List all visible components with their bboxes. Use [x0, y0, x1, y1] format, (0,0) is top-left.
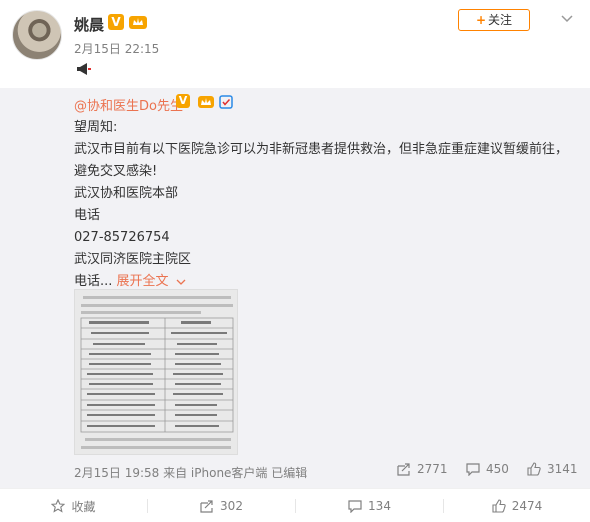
- attached-image-thumbnail[interactable]: [74, 289, 238, 455]
- collect-label: 收藏: [71, 499, 96, 514]
- text-line: 027-85726754: [74, 230, 170, 245]
- vip-crown-icon: [129, 16, 147, 29]
- like-count: 3141: [547, 462, 578, 476]
- author-badges: V: [176, 94, 233, 110]
- action-bar: 收藏 302 134 2474: [0, 488, 590, 522]
- comment-count: 450: [486, 462, 509, 476]
- comment-icon: [466, 462, 480, 476]
- repost-forward-count[interactable]: 2771: [397, 462, 448, 476]
- collect-button[interactable]: 收藏: [0, 489, 147, 522]
- repost-button[interactable]: 302: [148, 489, 295, 522]
- like-button[interactable]: 2474: [444, 489, 590, 522]
- chevron-down-icon[interactable]: [561, 12, 573, 24]
- reposted-content: @协和医生Do先生 V 望周知: 武汉市目前有以下医院急诊可以为非新冠患者提供救…: [0, 88, 590, 488]
- text-line: 武汉协和医院本部: [74, 186, 179, 201]
- thumbs-up-icon: [527, 462, 541, 476]
- repost-comment-count[interactable]: 450: [466, 462, 509, 476]
- share-icon: [397, 462, 410, 476]
- repost-count: 302: [220, 499, 243, 513]
- verified-v-icon: V: [108, 14, 124, 30]
- repost-like-count[interactable]: 3141: [527, 462, 578, 476]
- vip-crown-icon: [198, 96, 215, 108]
- checkbox-icon: [219, 95, 233, 109]
- post-time[interactable]: 2月15日 22:15: [74, 40, 159, 57]
- text-line: 武汉市目前有以下医院急诊可以为非新冠患者提供救治，但非急症重症建议暂缓前往，避免…: [74, 142, 569, 179]
- expand-full-text-link[interactable]: 展开全文: [117, 274, 186, 289]
- repost-meta: 2月15日 19:58 来自 iPhone客户端 已编辑: [74, 466, 308, 480]
- post-header: 姚晨 V 2月15日 22:15 + 关注: [0, 0, 590, 88]
- comment-button[interactable]: 134: [296, 489, 443, 522]
- star-icon: [51, 499, 66, 513]
- text-line: 武汉同济医院主院区: [74, 252, 192, 267]
- thumbs-up-icon: [492, 499, 506, 513]
- like-count: 2474: [511, 499, 543, 513]
- user-name[interactable]: 姚晨: [74, 14, 104, 35]
- avatar[interactable]: [12, 10, 62, 60]
- post-text: 望周知: 武汉市目前有以下医院急诊可以为非新冠患者提供救治，但非急症重症建议暂缓…: [74, 117, 574, 293]
- verified-v-icon: V: [176, 94, 190, 108]
- hospital-list-image: [75, 290, 237, 454]
- text-line: 望周知:: [74, 120, 118, 135]
- forward-count: 2771: [417, 462, 448, 476]
- plus-icon: +: [475, 13, 487, 27]
- share-icon: [200, 499, 213, 513]
- comment-count: 134: [368, 499, 391, 513]
- comment-icon: [348, 499, 362, 513]
- chevron-down-icon: [176, 279, 186, 285]
- expand-label: 展开全文: [116, 274, 169, 289]
- text-line: 电话: [74, 208, 101, 223]
- follow-label: 关注: [488, 13, 513, 27]
- megaphone-icon: [77, 63, 91, 75]
- truncated-text: 电话...: [74, 274, 113, 289]
- follow-button[interactable]: + 关注: [458, 9, 530, 31]
- original-author-link[interactable]: @协和医生Do先生: [74, 95, 183, 114]
